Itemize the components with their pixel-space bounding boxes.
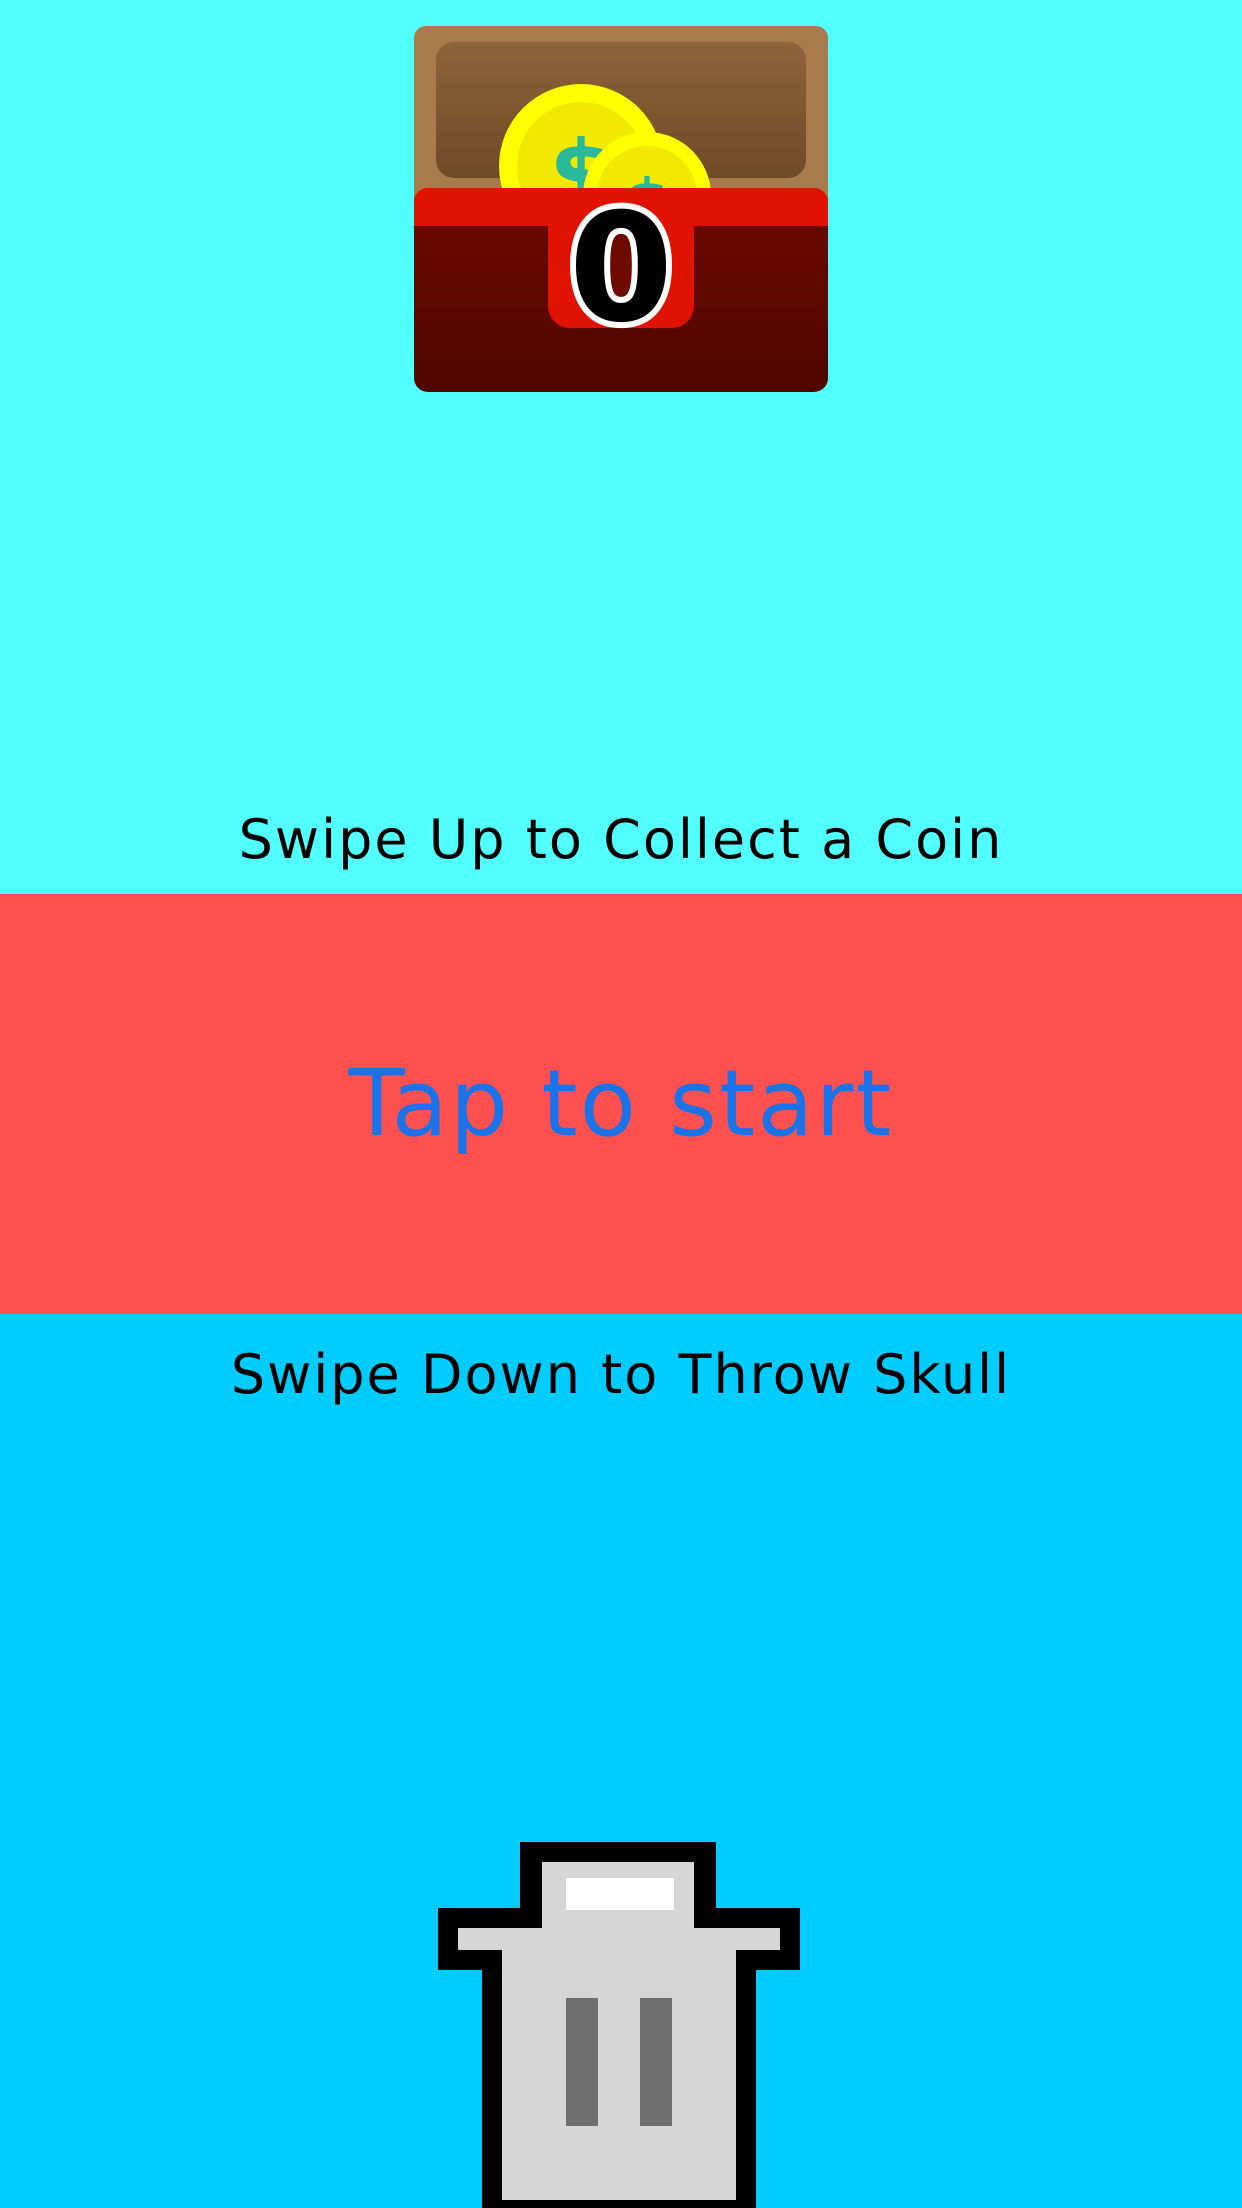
game-screen[interactable]: $ $ 0 Swipe Up to Collect a Coin Tap to … xyxy=(0,0,1242,2208)
trash-can-icon xyxy=(438,1842,800,2208)
tap-to-start-label[interactable]: Tap to start xyxy=(349,1049,894,1159)
swipe-up-hint: Swipe Up to Collect a Coin xyxy=(238,808,1004,871)
treasure-chest-icon: $ $ 0 xyxy=(414,26,828,392)
start-area[interactable]: Tap to start xyxy=(0,894,1242,1314)
collect-zone[interactable]: $ $ 0 Swipe Up to Collect a Coin xyxy=(0,0,1242,894)
coin-counter: 0 xyxy=(563,182,679,356)
swipe-down-hint: Swipe Down to Throw Skull xyxy=(230,1343,1012,1406)
